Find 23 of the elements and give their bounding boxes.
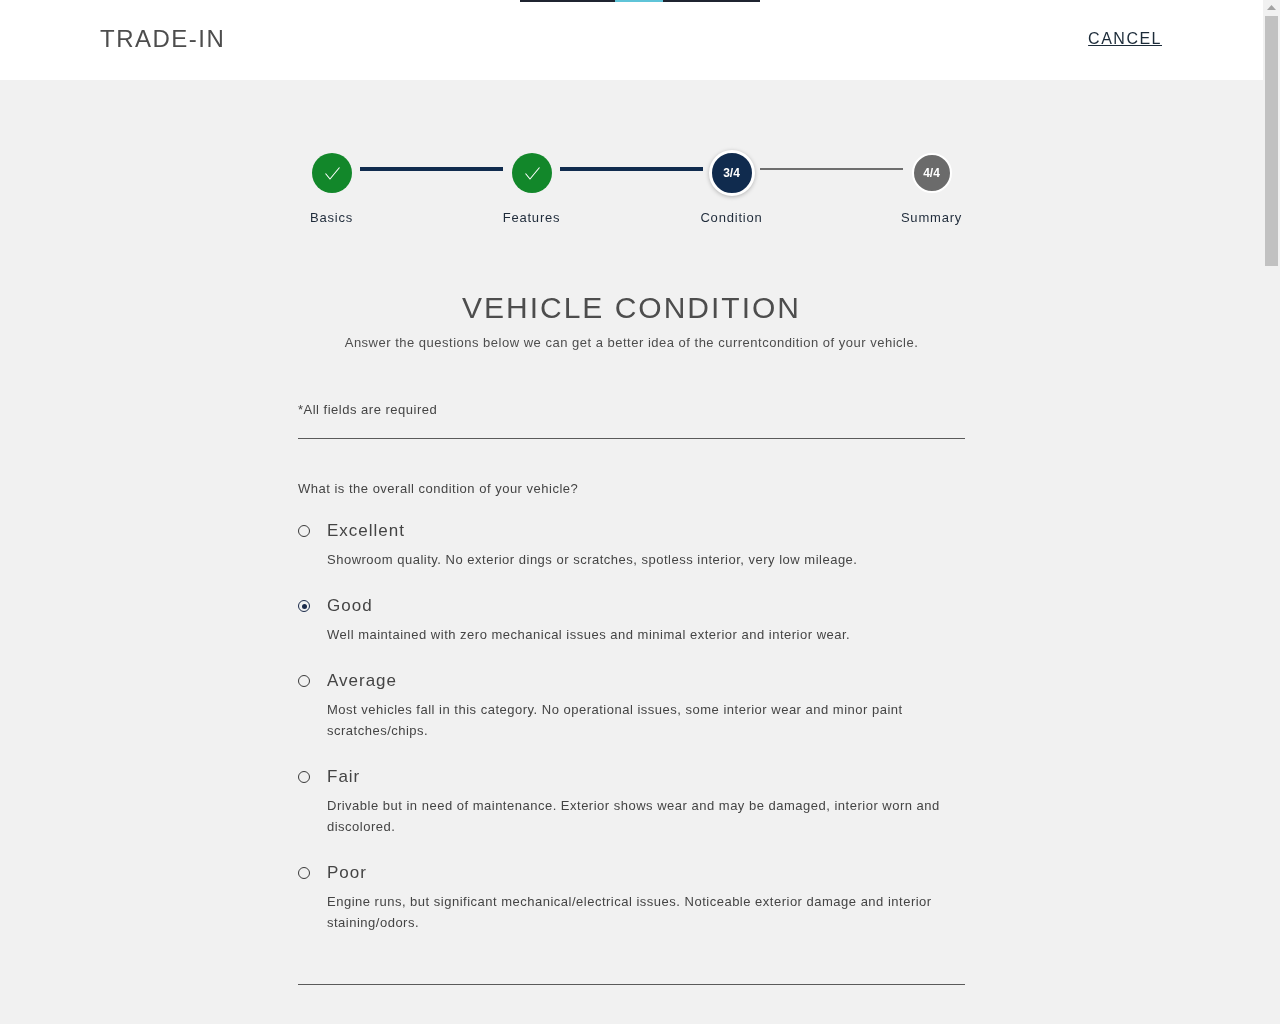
option-description: Engine runs, but significant mechanical/electrical issues. Noticeable exterior damage and interior staining/odors. xyxy=(327,892,933,932)
step-label: Features xyxy=(502,209,561,227)
step-label: Summary xyxy=(900,209,963,227)
section-heading: VEHICLE CONDITION xyxy=(461,290,801,326)
question-text: What is the overall condition of your vehicle? xyxy=(298,480,579,498)
option-description: Well maintained with zero mechanical issues and minimal exterior and interior wear. xyxy=(327,625,852,644)
step-label: Basics xyxy=(309,209,354,227)
option-description: Showroom quality. No exterior dings or scratches, spotless interior, very low mileage. xyxy=(327,550,859,569)
option-label[interactable]: Good xyxy=(327,594,373,618)
scrollbar-thumb[interactable] xyxy=(1265,16,1278,266)
option-label[interactable]: Poor xyxy=(327,861,367,885)
step-number: 4/4 xyxy=(911,153,952,193)
section-subtitle: Answer the questions below we can get a better idea of the currentcondition of your vehicle. xyxy=(344,334,919,352)
cancel-link[interactable]: CANCEL xyxy=(1088,29,1162,48)
required-note: *All fields are required xyxy=(298,401,438,419)
option-description: Most vehicles fall in this category. No operational issues, some interior wear and minor paint scratches/chips. xyxy=(327,700,904,740)
step-label: Condition xyxy=(700,209,763,227)
step-number: 3/4 xyxy=(708,150,755,196)
option-label[interactable]: Fair xyxy=(327,765,361,789)
option-label[interactable]: Excellent xyxy=(327,519,405,543)
option-label[interactable]: Average xyxy=(327,669,397,693)
option-description: Drivable but in need of maintenance. Exterior shows wear and may be damaged, interior worn and discolored. xyxy=(327,796,941,836)
page-title: TRADE-IN xyxy=(100,24,226,53)
